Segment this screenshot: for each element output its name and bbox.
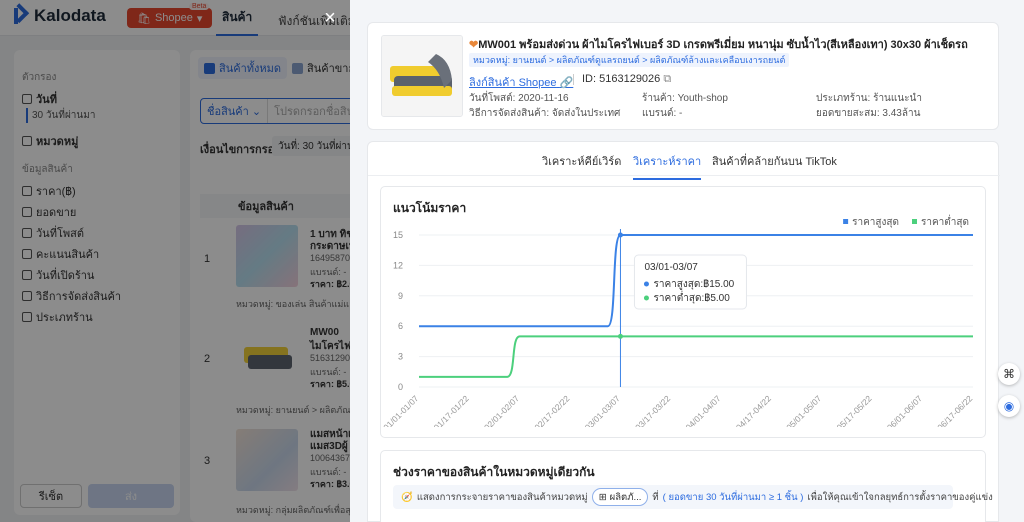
legend-label: ราคาสูงสุด <box>852 217 899 228</box>
tooltip-low: ราคาต่ำสุด:฿5.00 <box>653 290 730 304</box>
x-tick-label: 03/01-03/07 <box>583 393 622 427</box>
price-trend-chart[interactable]: 0 3 6 9 12 15 01/01-01/07 01/17-01/22 02/01-02/0… <box>381 187 985 427</box>
legend-swatch <box>912 219 917 224</box>
brand: แบรนด์: - <box>642 108 683 119</box>
tab-price-analysis[interactable]: วิเคราะห์ราคา <box>633 152 702 180</box>
post-date: วันที่โพสต์: 2020-11-16 <box>469 93 569 104</box>
tab-keyword-analysis[interactable]: วิเคราะห์คีย์เวิร์ด <box>542 152 621 178</box>
product-id: ID: 5163129026 ⧉ <box>582 73 672 85</box>
copy-icon[interactable]: ⧉ <box>663 73 671 85</box>
product-image[interactable] <box>381 35 463 117</box>
y-tick-label: 6 <box>398 321 403 331</box>
x-tick-label: 02/01-02/07 <box>482 393 521 427</box>
shipping-method: วิธีการจัดส่งสินค้า: จัดส่งในประเทศ <box>469 108 621 119</box>
product-category-tag[interactable]: หมวดหมู่: ยานยนต์ > ผลิตภัณฑ์ดูแลรถยนต์ … <box>469 53 790 67</box>
tooltip-high: ราคาสูงสุด:฿15.00 <box>653 279 734 290</box>
price-range-info: 🧭 แสดงการกระจายราคาของสินค้าหมวดหมู่ ⊞ ผล… <box>393 485 993 509</box>
analysis-card: วิเคราะห์คีย์เวิร์ด วิเคราะห์ราคา สินค้า… <box>367 141 1000 522</box>
y-tick-label: 12 <box>393 260 403 270</box>
grid-icon: ⊞ <box>598 491 607 503</box>
link-icon: 🔗 <box>559 77 574 89</box>
x-tick-label: 06/17-06/22 <box>935 393 974 427</box>
shop-type: ประเภทร้าน: ร้านแนะนำ <box>816 93 922 104</box>
price-range-card: ช่วงราคาของสินค้าในหมวดหมู่เดียวกัน 🧭 แส… <box>380 450 993 522</box>
category-select-chip[interactable]: ⊞ ผลิตภั... <box>591 488 649 506</box>
x-tick-label: 05/01-05/07 <box>784 393 823 427</box>
x-tick-label: 04/01-04/07 <box>683 393 722 427</box>
close-icon[interactable]: × <box>320 8 340 28</box>
tab-similar-tiktok[interactable]: สินค้าที่คล้ายกันบน TikTok <box>712 152 837 178</box>
tooltip-date: 03/01-03/07 <box>644 262 698 273</box>
total-sales: ยอดขายสะสม: 3.43ล้าน <box>816 108 921 119</box>
heart-icon: ❤ <box>469 39 479 51</box>
price-range-title: ช่วงราคาของสินค้าในหมวดหมู่เดียวกัน <box>393 465 595 479</box>
y-tick-label: 0 <box>398 382 403 392</box>
hover-point <box>617 333 623 339</box>
info-icon: 🧭 <box>401 491 413 503</box>
assistant-icon[interactable]: ◉ <box>998 395 1020 417</box>
y-tick-label: 9 <box>398 291 403 301</box>
x-tick-label: 04/17-04/22 <box>734 393 773 427</box>
price-trend-card: แนวโน้มราคา 0 3 6 9 12 15 01/01-01/07 01/17-01/… <box>380 186 986 438</box>
shortcut-icon[interactable]: ⌘ <box>998 363 1020 385</box>
product-detail-drawer: ❤MW001 พร้อมส่งด่วน ผ้าไมโครไฟเบอร์ 3D เ… <box>350 0 1024 522</box>
legend-label: ราคาต่ำสุด <box>921 214 969 228</box>
divider <box>573 74 574 85</box>
product-title: ❤MW001 พร้อมส่งด่วน ผ้าไมโครไฟเบอร์ 3D เ… <box>469 39 968 51</box>
shop-name: ร้านค้า: Youth-shop <box>642 93 728 104</box>
product-summary-card: ❤MW001 พร้อมส่งด่วน ผ้าไมโครไฟเบอร์ 3D เ… <box>367 22 999 130</box>
analysis-tabs: วิเคราะห์คีย์เวิร์ด วิเคราะห์ราคา สินค้า… <box>368 142 1000 180</box>
x-tick-label: 02/17-02/22 <box>532 393 571 427</box>
x-tick-label: 05/17-05/22 <box>835 393 874 427</box>
tooltip-swatch <box>643 281 649 287</box>
shopee-product-link[interactable]: ลิงก์สินค้า Shopee 🔗 <box>469 73 573 91</box>
x-tick-label: 01/17-01/22 <box>432 393 471 427</box>
y-tick-label: 3 <box>398 352 403 362</box>
legend-swatch <box>843 219 849 224</box>
hover-point <box>617 232 623 238</box>
tooltip-swatch <box>643 295 649 301</box>
x-tick-label: 03/17-03/22 <box>633 393 672 427</box>
x-tick-label: 06/01-06/07 <box>885 393 924 427</box>
y-tick-label: 15 <box>393 230 403 240</box>
microfiber-towel-image <box>382 36 462 116</box>
x-tick-label: 01/01-01/07 <box>381 393 420 427</box>
